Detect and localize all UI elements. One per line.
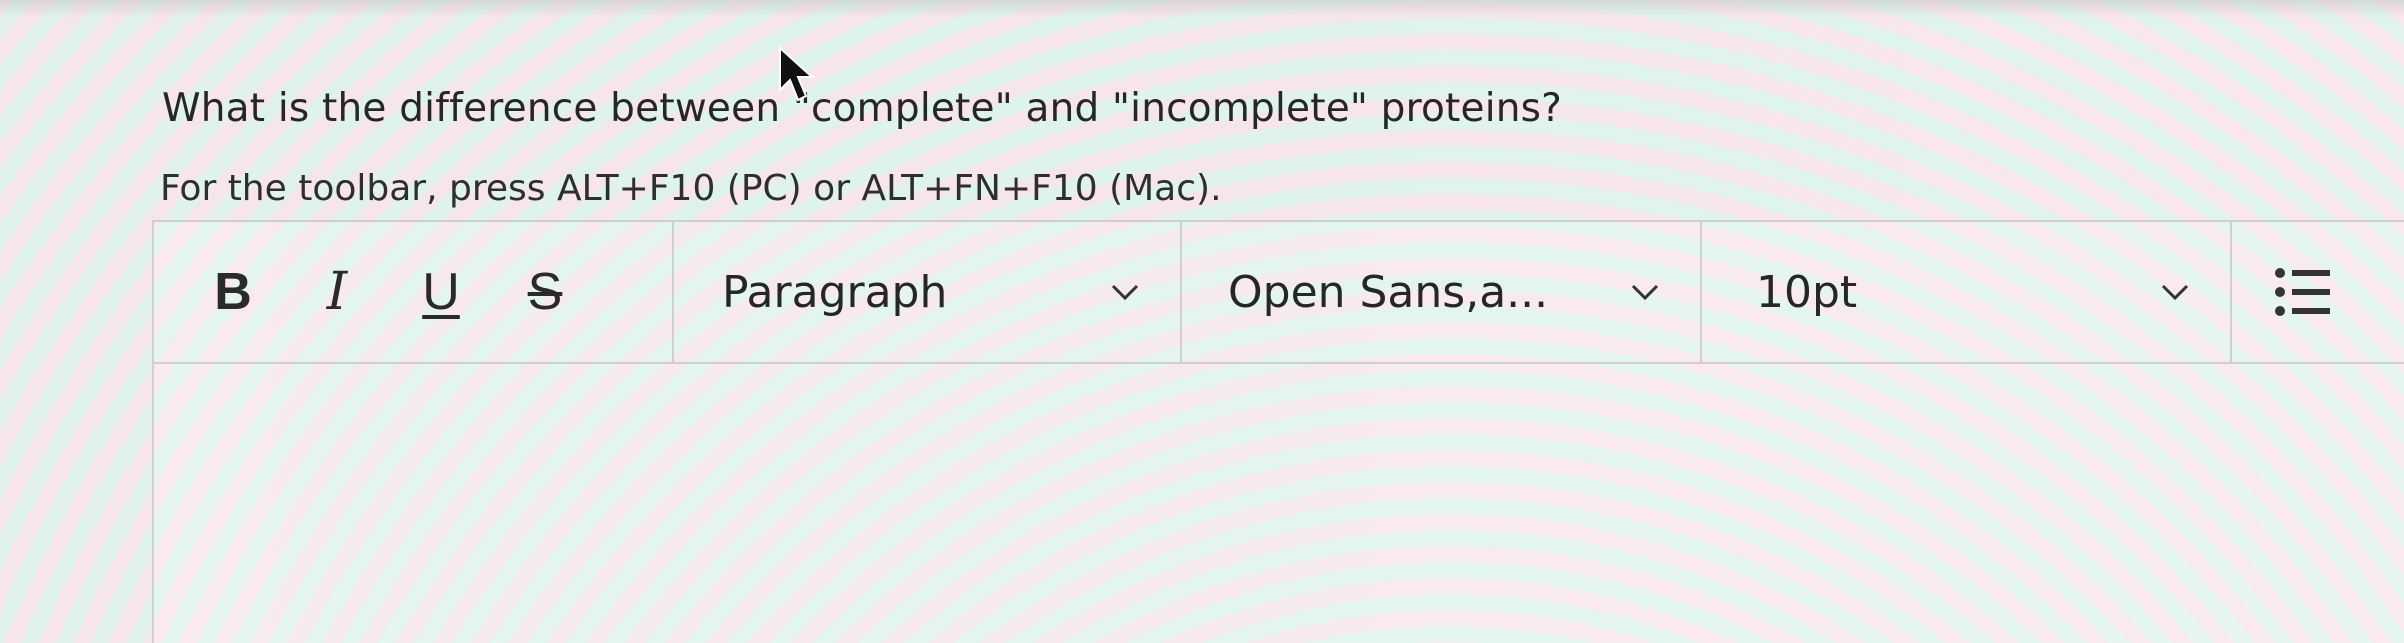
top-edge <box>0 0 2404 18</box>
toolbar-hint: For the toolbar, press ALT+F10 (PC) or A… <box>160 168 1222 209</box>
bullet-list-button[interactable] <box>2232 222 2392 362</box>
font-size-value: 10pt <box>1756 266 1858 318</box>
chevron-down-icon <box>1631 284 1659 301</box>
block-format-select[interactable]: Paragraph <box>674 222 1182 362</box>
font-family-value: Open Sans,a... <box>1228 266 1549 318</box>
question-text: What is the difference between "complete… <box>162 86 1563 131</box>
rich-text-editor[interactable]: B I U S Paragraph Open Sans,a... 10pt <box>152 220 2404 643</box>
chevron-down-icon <box>1111 284 1139 301</box>
italic-button[interactable]: I <box>312 266 362 318</box>
editor-content-area[interactable] <box>154 364 2404 643</box>
page: What is the difference between "complete… <box>0 0 2404 643</box>
font-family-select[interactable]: Open Sans,a... <box>1182 222 1702 362</box>
block-format-value: Paragraph <box>722 266 948 318</box>
mouse-cursor-icon <box>779 46 815 102</box>
bullet-list-icon <box>2275 268 2330 316</box>
format-buttons: B I U S <box>154 222 674 362</box>
editor-toolbar: B I U S Paragraph Open Sans,a... 10pt <box>154 222 2404 364</box>
font-size-select[interactable]: 10pt <box>1702 222 2232 362</box>
bold-button[interactable]: B <box>208 266 258 318</box>
chevron-down-icon <box>2161 284 2189 301</box>
underline-button[interactable]: U <box>416 266 466 318</box>
strikethrough-button[interactable]: S <box>520 266 570 318</box>
